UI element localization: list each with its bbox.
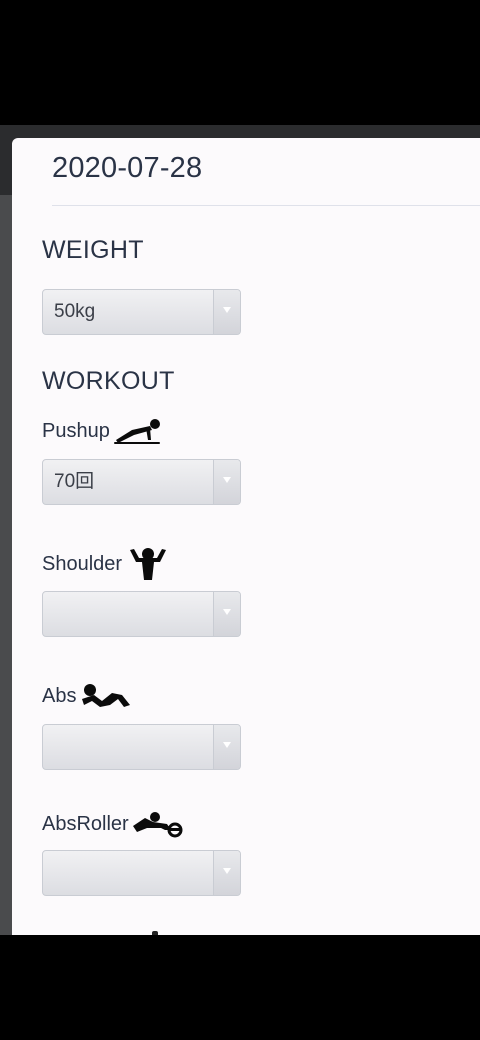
shoulder-select[interactable] xyxy=(42,591,241,637)
chevron-down-icon xyxy=(223,307,231,313)
dropdown-button[interactable] xyxy=(213,851,240,895)
pushup-label-text: Pushup xyxy=(42,419,110,442)
navigation-bar xyxy=(0,935,480,1040)
shoulder-label: Shoulder xyxy=(42,546,172,582)
dropdown-button[interactable] xyxy=(213,290,240,334)
workout-log-sheet: 2020-07-28 WEIGHT 50kg WORKOUT Pushup 70… xyxy=(12,138,480,935)
pushup-label: Pushup xyxy=(42,416,162,446)
abs-label: Abs xyxy=(42,681,132,711)
shoulder-label-text: Shoulder xyxy=(42,552,123,575)
abs-icon xyxy=(78,681,132,711)
dropdown-button[interactable] xyxy=(213,725,240,769)
chevron-down-icon xyxy=(223,742,231,748)
workout-section-title: WORKOUT xyxy=(42,367,175,395)
weight-select[interactable]: 50kg xyxy=(42,289,241,335)
absroller-icon xyxy=(131,810,185,838)
status-bar xyxy=(0,0,480,125)
chevron-down-icon xyxy=(223,868,231,874)
dropdown-button[interactable] xyxy=(213,592,240,636)
date-title: 2020-07-28 xyxy=(52,152,203,184)
absroller-select[interactable] xyxy=(42,850,241,896)
chevron-down-icon xyxy=(223,609,231,615)
dropdown-button[interactable] xyxy=(213,460,240,504)
chevron-down-icon xyxy=(223,477,231,483)
absroller-label-text: AbsRoller xyxy=(42,812,129,835)
abs-label-text: Abs xyxy=(42,684,77,707)
abs-select[interactable] xyxy=(42,724,241,770)
weight-select-value: 50kg xyxy=(54,301,96,322)
pushup-select[interactable]: 70回 xyxy=(42,459,241,505)
weight-section-title: WEIGHT xyxy=(42,236,144,264)
absroller-label: AbsRoller xyxy=(42,810,185,838)
pushup-icon xyxy=(112,416,162,446)
divider xyxy=(52,205,480,206)
shoulder-icon xyxy=(124,546,172,582)
pushup-select-value: 70回 xyxy=(54,471,95,492)
